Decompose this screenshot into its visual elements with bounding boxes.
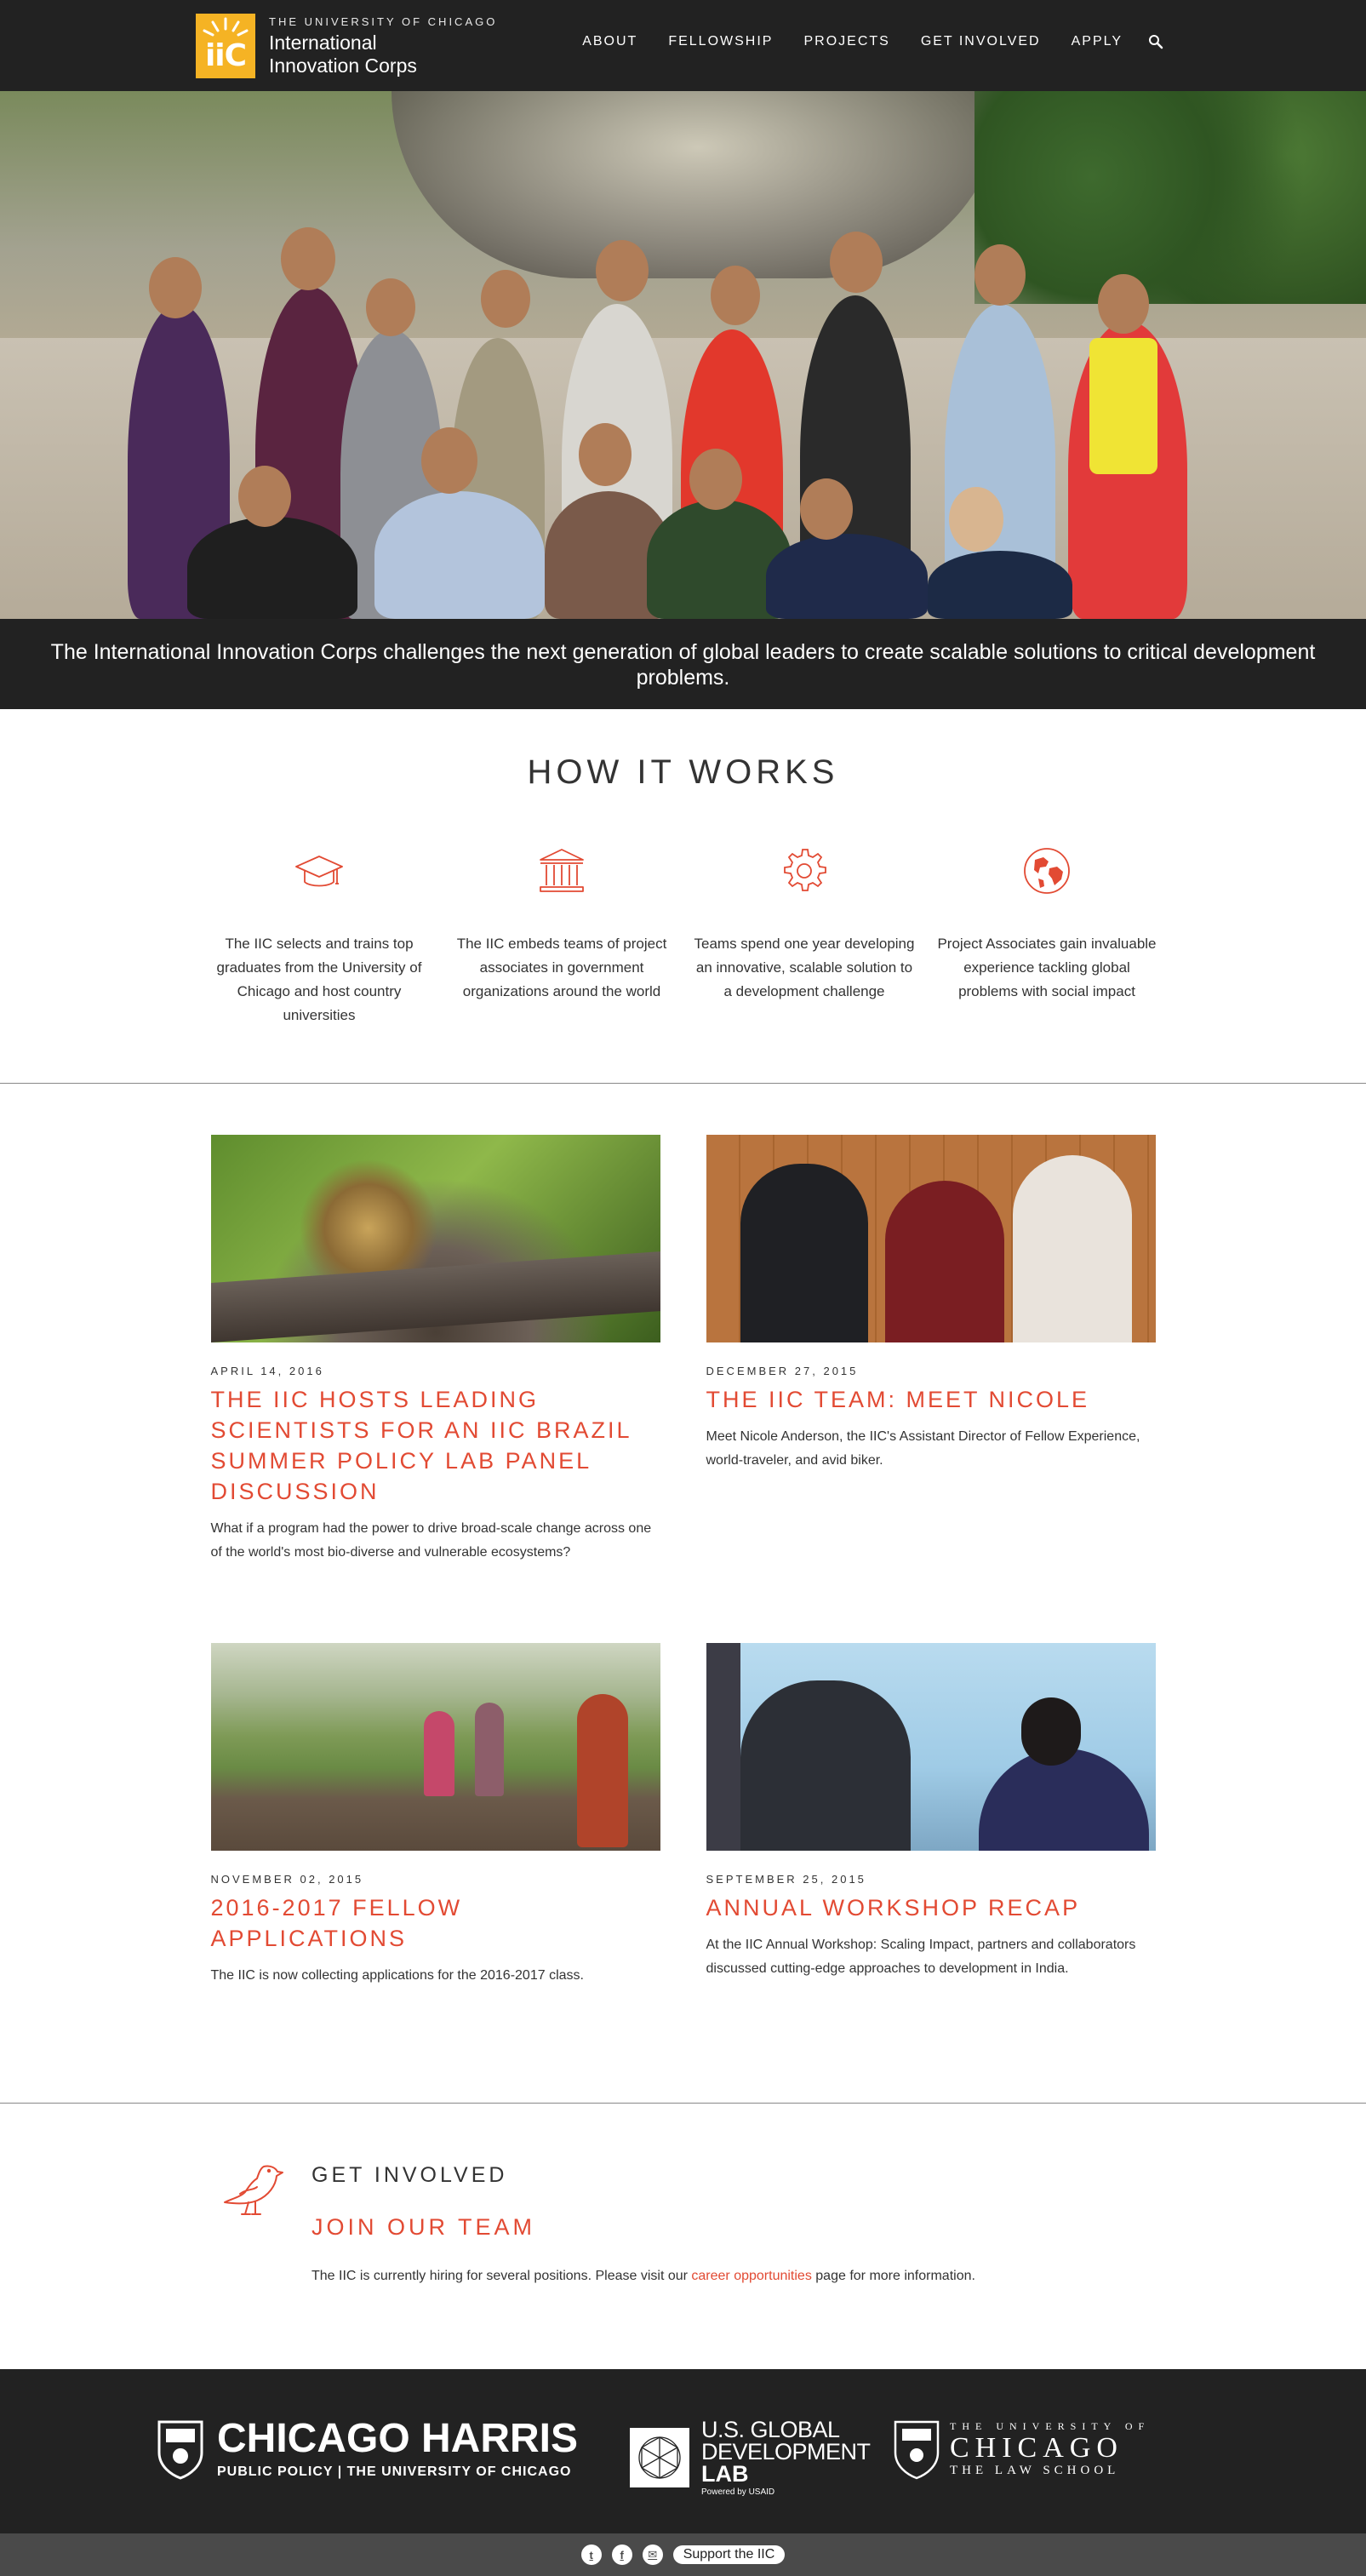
post-excerpt: The IIC is now collecting applications f… [210, 1968, 584, 1983]
bird-icon [224, 2165, 283, 2215]
harris-title: CHICAGO HARRIS [217, 2416, 579, 2461]
step-text: Teams spend one year developing an innov… [694, 936, 915, 999]
step-card: Project Associates gain invaluable exper… [926, 844, 1169, 1028]
post-title[interactable]: THE IIC TEAM: MEET NICOLE [706, 1384, 1156, 1415]
footer-bottom-bar: t f ✉ Support the IIC [0, 2533, 1366, 2576]
step-card: The IIC selects and trains top graduates… [198, 844, 441, 1028]
email-icon[interactable]: ✉ [642, 2545, 663, 2565]
step-card: Teams spend one year developing an innov… [683, 844, 926, 1028]
nav-projects[interactable]: PROJECTS [803, 34, 889, 49]
how-it-works-section: HOW IT WORKS The IIC selects and trains … [0, 709, 1366, 1084]
support-iic-button[interactable]: Support the IIC [672, 2545, 786, 2564]
usaid-line1: U.S. GLOBAL [701, 2417, 840, 2442]
post-title[interactable]: 2016-2017 FELLOW APPLICATIONS [211, 1892, 660, 1954]
chicago-harris-logo[interactable]: CHICAGO HARRIS PUBLIC POLICY | THE UNIVE… [156, 2419, 578, 2480]
usaid-line3: LAB [701, 2461, 749, 2487]
law-school-shield-icon [894, 2420, 940, 2480]
twitter-icon[interactable]: t [580, 2545, 602, 2565]
graduation-cap-icon [295, 856, 343, 887]
law-line1: THE UNIVERSITY OF [950, 2420, 1151, 2432]
search-icon[interactable] [1148, 34, 1163, 49]
post-date: APRIL 14, 2016 [210, 1365, 324, 1377]
post-title[interactable]: THE IIC HOSTS LEADING SCIENTISTS FOR AN … [211, 1384, 660, 1507]
step-card: The IIC embeds teams of project associat… [441, 844, 683, 1028]
post-date: NOVEMBER 02, 2015 [210, 1873, 364, 1886]
geodesic-globe-icon [630, 2428, 689, 2487]
nav-get-involved[interactable]: GET INVOLVED [921, 34, 1041, 49]
step-text: The IIC embeds teams of project associat… [456, 936, 667, 999]
post-card[interactable]: DECEMBER 27, 2015 THE IIC TEAM: MEET NIC… [706, 1135, 1156, 1643]
post-date: SEPTEMBER 25, 2015 [706, 1873, 866, 1886]
law-line3: THE LAW SCHOOL [950, 2464, 1120, 2477]
post-image-team[interactable] [706, 1135, 1156, 1342]
uchicago-law-school-logo[interactable]: THE UNIVERSITY OF CHICAGO THE LAW SCHOOL [892, 2419, 1150, 2480]
site-header: iiC THE UNIVERSITY OF CHICAGO Internatio… [0, 0, 1366, 91]
usaid-global-development-lab-logo[interactable]: U.S. GLOBAL DEVELOPMENT LAB Powered by U… [628, 2419, 871, 2497]
globe-icon [1024, 848, 1070, 894]
post-date: DECEMBER 27, 2015 [706, 1365, 859, 1377]
involved-title: JOIN OUR TEAM [311, 2214, 536, 2240]
harris-subtitle: PUBLIC POLICY | THE UNIVERSITY OF CHICAG… [217, 2464, 572, 2479]
post-card[interactable]: SEPTEMBER 25, 2015 ANNUAL WORKSHOP RECAP… [706, 1643, 1156, 2043]
site-footer: CHICAGO HARRIS PUBLIC POLICY | THE UNIVE… [0, 2369, 1366, 2533]
law-line2: CHICAGO [950, 2432, 1123, 2464]
post-excerpt: What if a program had the power to drive… [210, 1521, 652, 1560]
logo-university: THE UNIVERSITY OF CHICAGO [269, 14, 498, 28]
iic-logo-mark: iiC [196, 14, 255, 78]
logo-mark-text: iiC [204, 38, 247, 73]
nav-about[interactable]: ABOUT [582, 34, 637, 49]
nav-fellowship[interactable]: FELLOWSHIP [668, 34, 773, 49]
government-building-icon [540, 849, 584, 892]
usaid-powered: Powered by USAID [701, 2487, 775, 2497]
post-excerpt: Meet Nicole Anderson, the IIC's Assistan… [706, 1429, 1140, 1468]
involved-text: The IIC is currently hiring for several … [311, 2269, 975, 2283]
uchicago-shield-icon [157, 2420, 203, 2480]
step-text: The IIC selects and trains top graduates… [216, 936, 422, 1023]
logo-line1: International [269, 31, 377, 54]
post-card[interactable]: NOVEMBER 02, 2015 2016-2017 FELLOW APPLI… [210, 1643, 660, 2043]
hero-group-photo [0, 91, 1366, 619]
career-opportunities-link[interactable]: career opportunities [691, 2269, 811, 2283]
section-title: HOW IT WORKS [527, 753, 839, 791]
post-image-workshop[interactable] [706, 1643, 1156, 1851]
get-involved-section: GET INVOLVED JOIN OUR TEAM The IIC is cu… [0, 2104, 1366, 2369]
nav-apply[interactable]: APPLY [1072, 34, 1123, 49]
logo-line2: Innovation Corps [269, 54, 417, 77]
site-logo[interactable]: iiC THE UNIVERSITY OF CHICAGO Internatio… [196, 14, 497, 78]
step-text: Project Associates gain invaluable exper… [937, 936, 1157, 999]
gear-icon [784, 849, 826, 891]
usaid-line2: DEVELOPMENT [701, 2439, 871, 2464]
tagline: The International Innovation Corps chall… [0, 619, 1366, 709]
post-image-field[interactable] [210, 1643, 660, 1851]
involved-kicker: GET INVOLVED [311, 2163, 508, 2187]
news-posts-section: APRIL 14, 2016 THE IIC HOSTS LEADING SCI… [0, 1084, 1366, 2104]
main-nav: ABOUT FELLOWSHIP PROJECTS GET INVOLVED A… [552, 34, 1163, 49]
post-card[interactable]: APRIL 14, 2016 THE IIC HOSTS LEADING SCI… [210, 1135, 660, 1643]
post-image-monkey[interactable] [210, 1135, 660, 1342]
post-excerpt: At the IIC Annual Workshop: Scaling Impa… [706, 1938, 1136, 1976]
post-title[interactable]: ANNUAL WORKSHOP RECAP [706, 1892, 1156, 1923]
facebook-icon[interactable]: f [611, 2545, 632, 2565]
